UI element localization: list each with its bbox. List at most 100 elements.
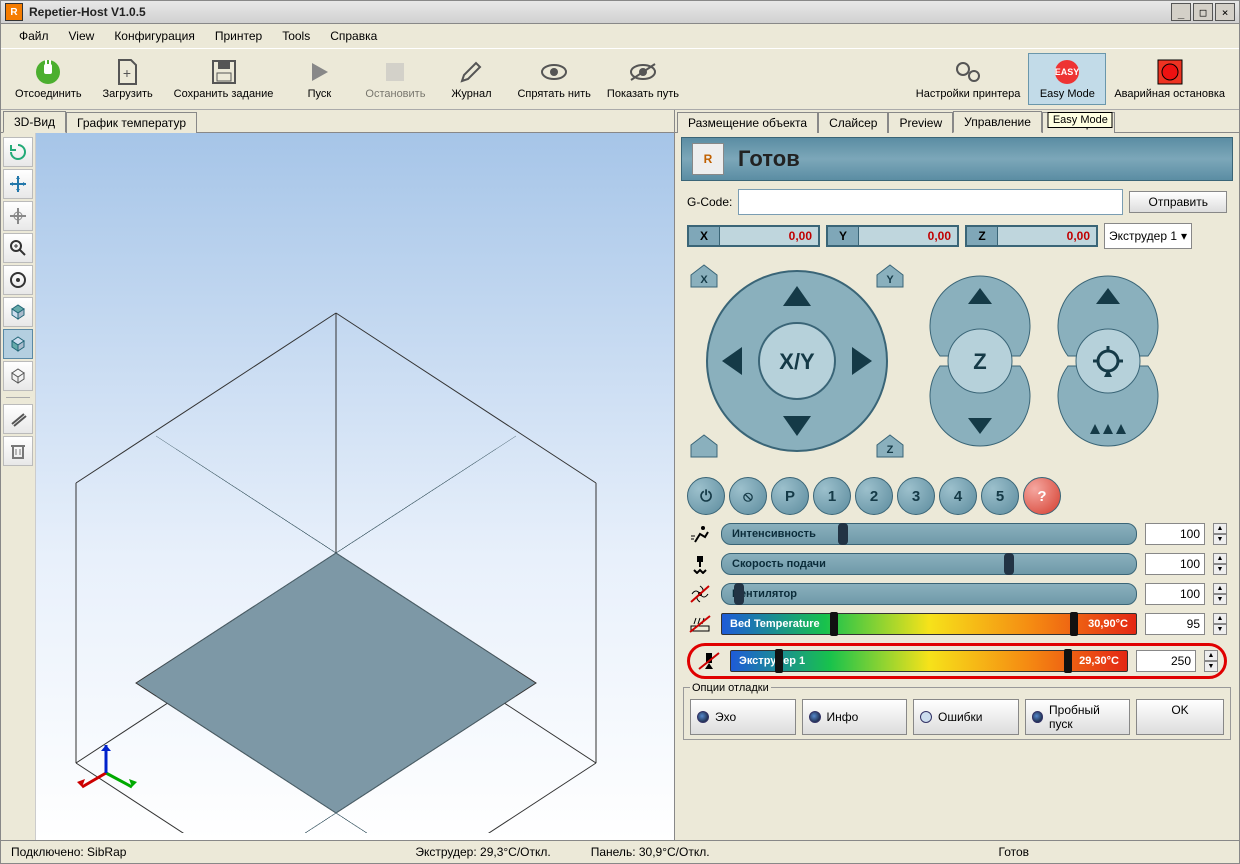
trash-button[interactable]: [3, 436, 33, 466]
emergency-stop-button[interactable]: Аварийная остановка: [1106, 54, 1233, 104]
feedrate-spinner[interactable]: ▲▼: [1213, 553, 1227, 575]
feedrate-value[interactable]: 100: [1145, 553, 1205, 575]
menu-tools[interactable]: Tools: [272, 25, 320, 47]
y-coord[interactable]: Y 0,00: [826, 225, 959, 247]
info-toggle[interactable]: Инфо: [802, 699, 908, 735]
tab-preview[interactable]: Preview: [888, 112, 953, 133]
speed-value[interactable]: 100: [1145, 523, 1205, 545]
load-button[interactable]: + Загрузить: [90, 54, 166, 104]
maximize-button[interactable]: □: [1193, 3, 1213, 21]
zoom-button[interactable]: [3, 233, 33, 263]
printer-settings-button[interactable]: Настройки принтера: [908, 54, 1029, 104]
park-button[interactable]: P: [771, 477, 809, 515]
extruder-temp-row: Экструдер 129,30°C 250 ▲▼: [696, 650, 1218, 672]
top-view-button[interactable]: [3, 297, 33, 327]
extruder-dial[interactable]: [1053, 266, 1163, 456]
home-z-button[interactable]: Z: [873, 431, 907, 461]
speed-slider[interactable]: Интенсивность: [721, 523, 1137, 545]
left-pane: 3D-Вид График температур: [1, 110, 675, 840]
macro-2-button[interactable]: 2: [855, 477, 893, 515]
svg-text:+: +: [123, 65, 131, 81]
macro-1-button[interactable]: 1: [813, 477, 851, 515]
fan-slider-row: Вентилятор 100 ▲▼: [687, 583, 1227, 605]
y-value: 0,00: [858, 227, 957, 245]
extruder-temp-slider[interactable]: Экструдер 129,30°C: [730, 650, 1128, 672]
iso-view-button[interactable]: [3, 361, 33, 391]
disconnect-button[interactable]: Отсоединить: [7, 54, 90, 104]
run-button[interactable]: Пуск: [281, 54, 357, 104]
hide-filament-button[interactable]: Спрятать нить: [509, 54, 598, 104]
help-button[interactable]: ?: [1023, 477, 1061, 515]
quick-buttons: ⏻ ⦸ P 1 2 3 4 5 ?: [687, 477, 1227, 515]
macro-3-button[interactable]: 3: [897, 477, 935, 515]
tab-slicer[interactable]: Слайсер: [818, 112, 888, 133]
bed-temp-spinner[interactable]: ▲▼: [1213, 613, 1227, 635]
extruder-select[interactable]: Экструдер 1 ▾: [1104, 223, 1192, 249]
xy-dial: X/Y X Y Z: [687, 261, 907, 461]
log-button[interactable]: Журнал: [433, 54, 509, 104]
reset-view-button[interactable]: [3, 137, 33, 167]
fan-spinner[interactable]: ▲▼: [1213, 583, 1227, 605]
parallel-lines-button[interactable]: [3, 404, 33, 434]
home-x-button[interactable]: X: [687, 261, 721, 291]
easy-mode-button[interactable]: EASY Easy Mode Easy Mode: [1028, 53, 1106, 105]
play-icon: [305, 58, 333, 86]
errors-toggle[interactable]: Ошибки: [913, 699, 1019, 735]
menu-file[interactable]: Файл: [9, 25, 59, 47]
easy-mode-tooltip: Easy Mode: [1048, 112, 1113, 128]
home-y-button[interactable]: Y: [873, 261, 907, 291]
save-icon: [210, 58, 238, 86]
menu-printer[interactable]: Принтер: [205, 25, 272, 47]
echo-toggle[interactable]: Эхо: [690, 699, 796, 735]
save-job-button[interactable]: Сохранить задание: [166, 54, 282, 104]
speed-spinner[interactable]: ▲▼: [1213, 523, 1227, 545]
x-coord[interactable]: X 0,00: [687, 225, 820, 247]
bed-icon: [687, 613, 713, 635]
macro-5-button[interactable]: 5: [981, 477, 1019, 515]
move-view-button[interactable]: [3, 169, 33, 199]
menu-help[interactable]: Справка: [320, 25, 387, 47]
motors-off-button[interactable]: ⦸: [729, 477, 767, 515]
extruder-temp-spinner[interactable]: ▲▼: [1204, 650, 1218, 672]
tab-object-placement[interactable]: Размещение объекта: [677, 112, 818, 133]
tab-3d-view[interactable]: 3D-Вид: [3, 111, 66, 133]
close-button[interactable]: ×: [1215, 3, 1235, 21]
menu-view[interactable]: View: [59, 25, 105, 47]
separator: [6, 397, 30, 398]
z-dial[interactable]: Z: [925, 266, 1035, 456]
tab-control[interactable]: Управление: [953, 111, 1042, 133]
status-ready: Готов: [999, 845, 1030, 859]
eye-icon: [540, 58, 568, 86]
ok-button[interactable]: OK: [1136, 699, 1224, 735]
right-tabs: Размещение объекта Слайсер Preview Управ…: [675, 110, 1239, 133]
gcode-input[interactable]: [738, 189, 1123, 215]
power-button[interactable]: ⏻: [687, 477, 725, 515]
x-value: 0,00: [719, 227, 818, 245]
status-connection: Подключено: SibRap: [11, 845, 126, 859]
fan-slider[interactable]: Вентилятор: [721, 583, 1137, 605]
dryrun-toggle[interactable]: Пробный пуск: [1025, 699, 1131, 735]
feedrate-slider[interactable]: Скорость подачи: [721, 553, 1137, 575]
minimize-button[interactable]: _: [1171, 3, 1191, 21]
show-path-button[interactable]: Показать путь: [599, 54, 687, 104]
extruder-temp-value[interactable]: 250: [1136, 650, 1196, 672]
fan-value[interactable]: 100: [1145, 583, 1205, 605]
right-pane: Размещение объекта Слайсер Preview Управ…: [675, 110, 1239, 840]
status-bed: Панель: 30,9°C/Откл.: [591, 845, 710, 859]
menu-config[interactable]: Конфигурация: [104, 25, 205, 47]
macro-4-button[interactable]: 4: [939, 477, 977, 515]
z-coord[interactable]: Z 0,00: [965, 225, 1098, 247]
extruder-temp-reading: 29,30°C: [1079, 655, 1119, 667]
3d-viewport[interactable]: [36, 133, 674, 840]
bed-temp-reading: 30,90°C: [1088, 618, 1128, 630]
rotate-view-button[interactable]: [3, 201, 33, 231]
send-button[interactable]: Отправить: [1129, 191, 1227, 213]
tab-temp-graph[interactable]: График температур: [66, 112, 197, 133]
toolbar: Отсоединить + Загрузить Сохранить задани…: [1, 48, 1239, 110]
bed-temp-value[interactable]: 95: [1145, 613, 1205, 635]
front-view-button[interactable]: [3, 329, 33, 359]
fit-button[interactable]: [3, 265, 33, 295]
home-all-button[interactable]: [687, 431, 721, 461]
bed-temp-slider[interactable]: Bed Temperature30,90°C: [721, 613, 1137, 635]
stop-button[interactable]: Остановить: [357, 54, 433, 104]
